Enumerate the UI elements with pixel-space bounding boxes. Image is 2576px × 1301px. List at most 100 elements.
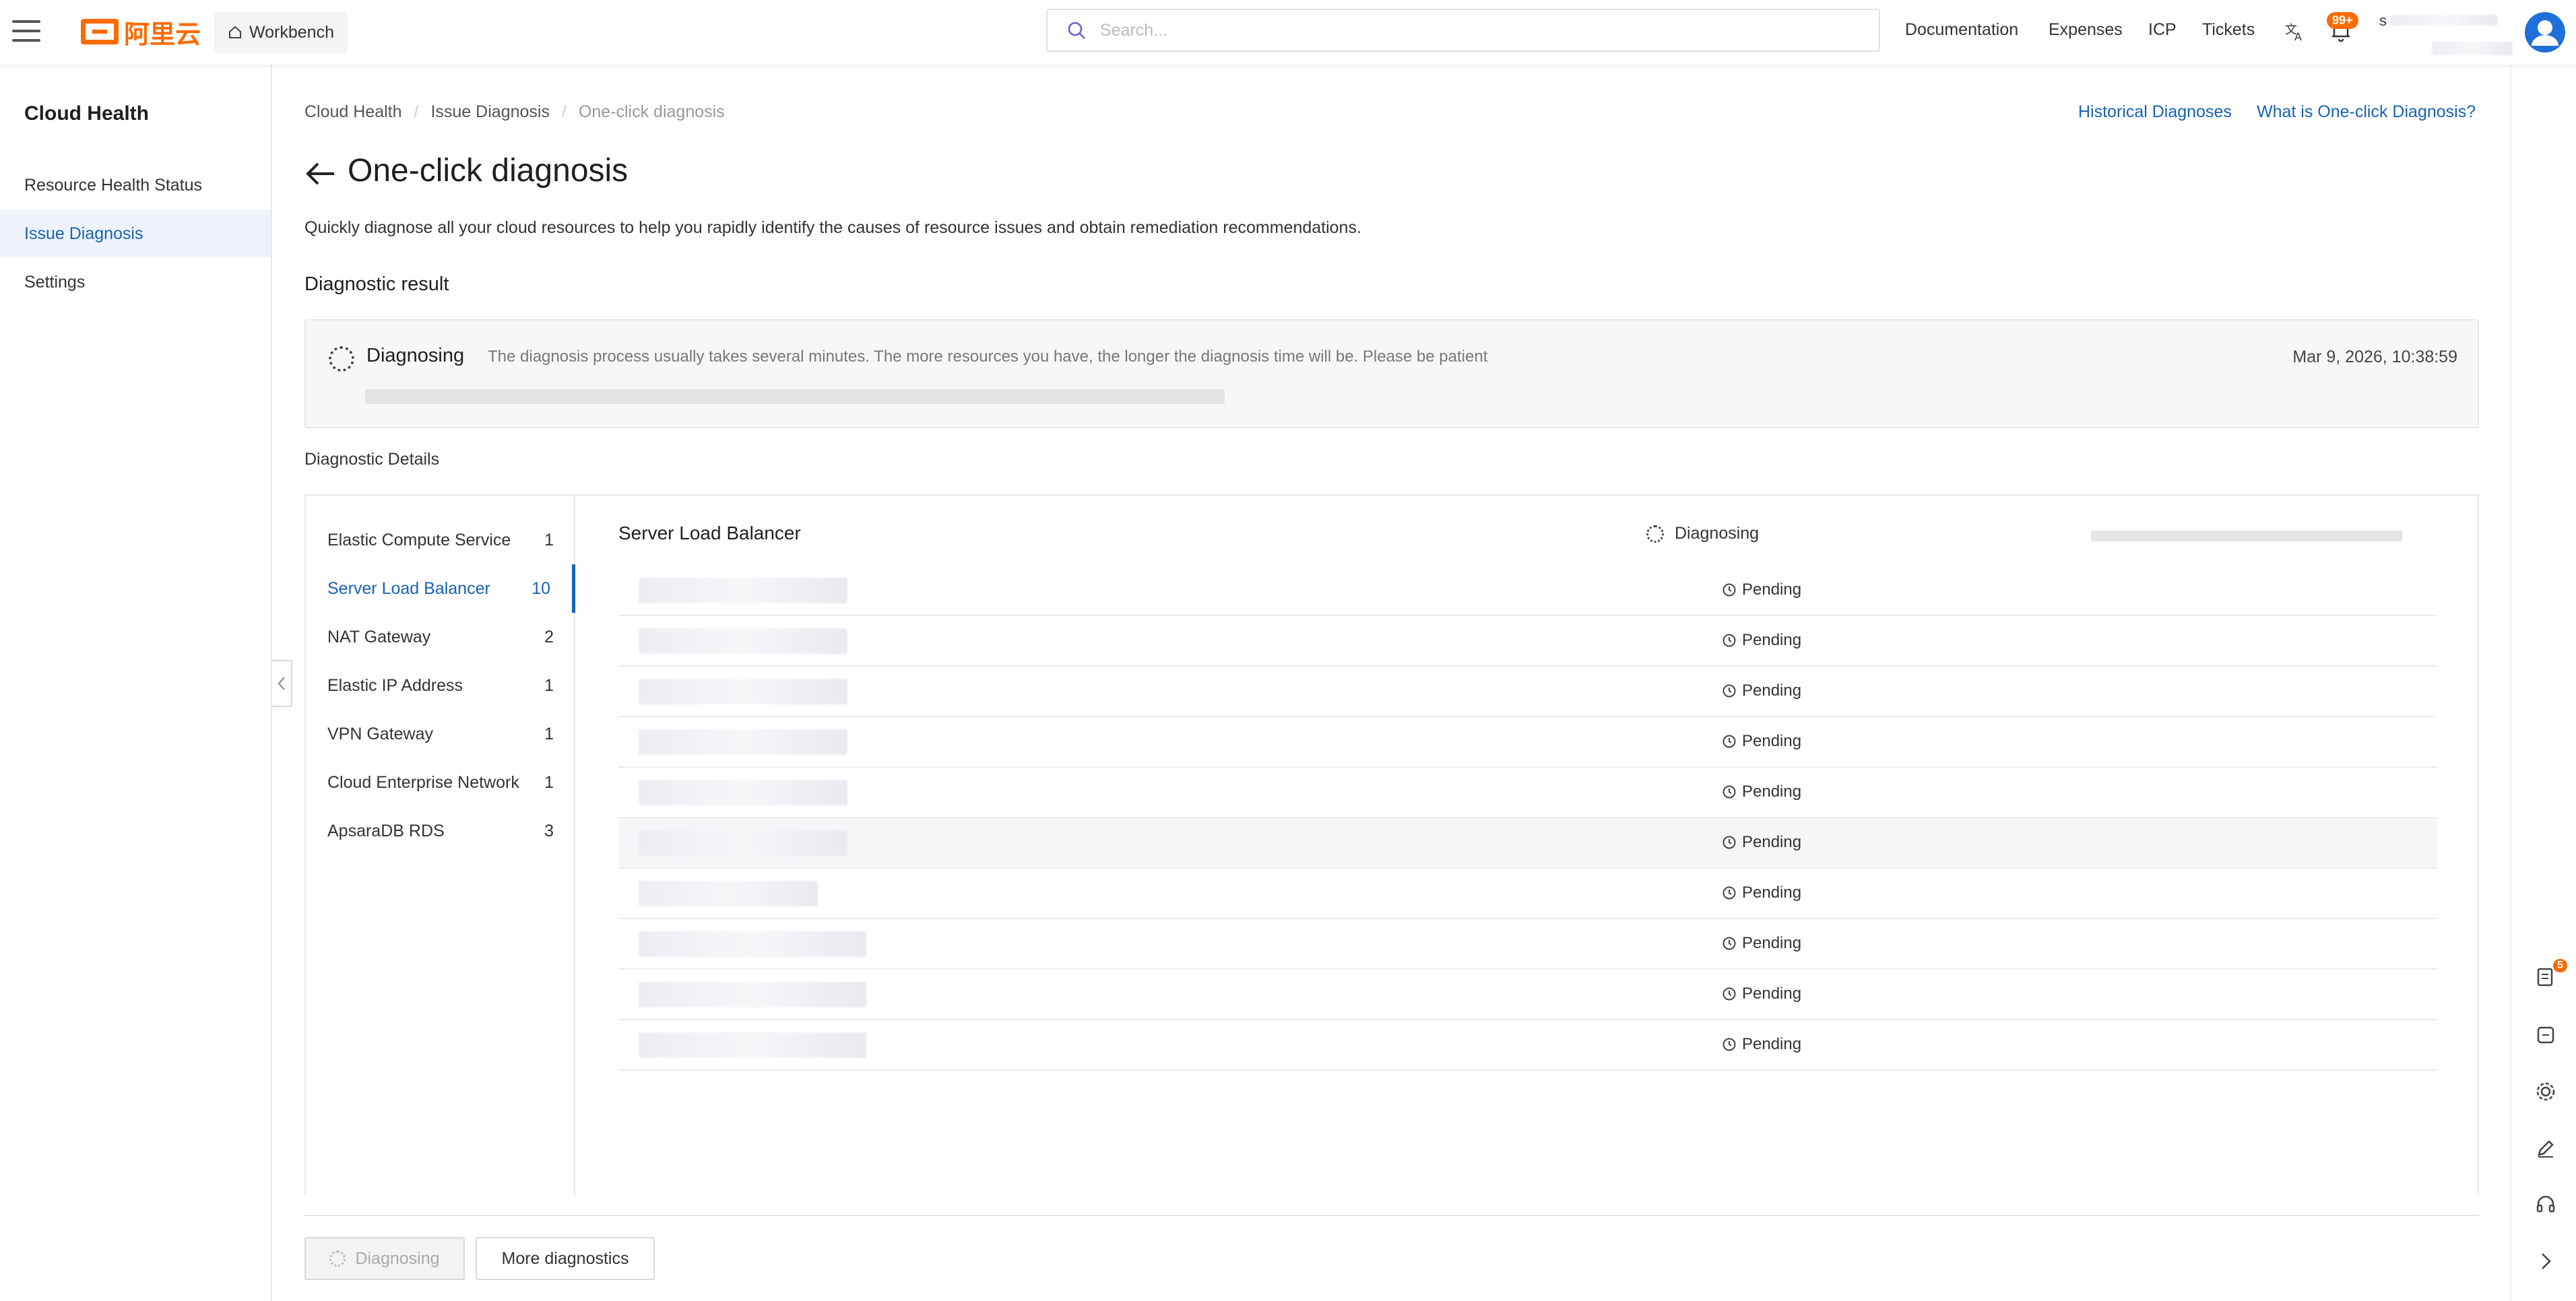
logo-text: 阿里云 [124,20,201,49]
category-name: ApsaraDB RDS [327,821,445,840]
category-item-cen[interactable]: Cloud Enterprise Network 1 [306,758,575,807]
row-status-label: Pending [1742,985,1802,1003]
right-rail [2510,65,2576,1301]
resource-name-redacted [639,1032,866,1058]
result-note: The diagnosis process usually takes seve… [488,347,1488,366]
category-item-nat[interactable]: NAT Gateway 2 [306,613,575,661]
resource-name-redacted [639,982,866,1007]
category-count: 2 [544,627,554,646]
category-count: 3 [544,821,554,840]
notification-badge: 99+ [2327,12,2358,29]
search-icon [1068,22,1085,39]
menu-icon[interactable] [12,19,40,43]
what-is-diagnosis-link[interactable]: What is One-click Diagnosis? [2257,102,2476,122]
category-item-eip[interactable]: Elastic IP Address 1 [306,661,575,710]
search-box[interactable] [1046,9,1880,52]
category-item-rds[interactable]: ApsaraDB RDS 3 [306,807,575,855]
search-input[interactable] [1099,20,1775,41]
row-status-label: Pending [1742,782,1802,801]
category-name: NAT Gateway [327,627,431,646]
console-icon[interactable] [2534,1024,2557,1046]
edit-icon[interactable] [2534,1137,2557,1160]
headset-icon[interactable] [2534,1193,2557,1216]
resource-name-redacted [639,628,847,654]
resource-name-redacted [639,830,847,856]
diagnosing-button-label: Diagnosing [355,1248,440,1268]
sidebar-collapse-button[interactable] [272,660,292,707]
avatar[interactable] [2523,11,2567,54]
row-status: Pending [1722,934,1801,953]
category-name: Elastic Compute Service [327,530,511,549]
row-status-label: Pending [1742,631,1802,649]
chevron-left-icon [278,677,285,690]
button-spinner-icon [329,1250,346,1267]
svg-text:A: A [2294,30,2302,42]
brand-logo[interactable]: 阿里云 [81,16,201,49]
nav-expenses[interactable]: Expenses [2049,20,2123,40]
more-diagnostics-button[interactable]: More diagnostics [476,1237,655,1280]
workbench-button[interactable]: Workbench [214,11,348,53]
resource-name-redacted [639,931,866,957]
sidebar-item-resource-health-status[interactable]: Resource Health Status [0,162,271,209]
sidebar-item-issue-diagnosis[interactable]: Issue Diagnosis [0,210,271,257]
resource-name-redacted [639,578,847,603]
sidebar-item-settings[interactable]: Settings [0,259,271,306]
historical-diagnoses-link[interactable]: Historical Diagnoses [2078,102,2232,122]
clock-icon [1722,634,1736,647]
back-arrow-icon[interactable] [304,158,337,190]
table-row[interactable]: Pending [618,970,2437,1020]
language-icon[interactable]: 文A [2284,19,2307,42]
breadcrumb-issue-diagnosis[interactable]: Issue Diagnosis [430,102,549,122]
table-row[interactable]: Pending [618,818,2437,869]
row-status-label: Pending [1742,681,1802,700]
workbench-label: Workbench [249,22,334,42]
clock-icon [1722,836,1736,849]
nav-icp[interactable]: ICP [2148,20,2177,40]
row-status-label: Pending [1742,883,1802,902]
clock-icon [1722,987,1736,1001]
row-status-label: Pending [1742,833,1802,851]
breadcrumb: Cloud Health / Issue Diagnosis / One-cli… [304,102,725,122]
row-status: Pending [1722,681,1801,700]
category-item-ecs[interactable]: Elastic Compute Service 1 [306,516,575,564]
category-count: 1 [544,530,554,549]
diagnostic-details-heading: Diagnostic Details [304,450,440,469]
row-status: Pending [1722,833,1801,852]
user-initial: s [2379,12,2387,29]
table-row[interactable]: Pending [618,667,2437,717]
loading-spinner-icon [329,346,354,372]
top-bar: 阿里云 Workbench Documentation Expenses ICP… [0,0,2576,65]
nav-documentation[interactable]: Documentation [1905,20,2018,40]
panel-title: Server Load Balancer [618,523,801,543]
clock-icon [1722,684,1736,698]
breadcrumb-cloud-health[interactable]: Cloud Health [304,102,402,122]
table-row[interactable]: Pending [618,919,2437,970]
category-item-slb[interactable]: Server Load Balancer 10 [306,564,575,613]
row-status: Pending [1722,580,1801,599]
category-name: Cloud Enterprise Network [327,772,519,792]
category-count: 10 [532,578,550,598]
row-status-label: Pending [1742,732,1802,750]
table-row[interactable]: Pending [618,616,2437,667]
row-status: Pending [1722,1035,1801,1054]
table-row[interactable]: Pending [618,1020,2437,1071]
footer-divider [304,1215,2479,1216]
resource-name-redacted [639,729,847,755]
clock-icon [1722,735,1736,748]
row-status: Pending [1722,883,1801,902]
category-item-vpn[interactable]: VPN Gateway 1 [306,710,575,758]
table-row[interactable]: Pending [618,717,2437,768]
table-row[interactable]: Pending [618,768,2437,818]
table-row[interactable]: Pending [618,566,2437,616]
chevron-right-icon[interactable] [2534,1250,2557,1273]
diagnostic-result-heading: Diagnostic result [304,273,449,295]
gear-icon[interactable] [2534,1080,2557,1103]
category-name: Server Load Balancer [327,578,490,598]
table-row[interactable]: Pending [618,869,2437,919]
nav-tickets[interactable]: Tickets [2202,20,2255,40]
home-icon [229,26,241,38]
clock-icon [1722,785,1736,799]
row-status: Pending [1722,985,1801,1003]
breadcrumb-separator: / [561,102,567,121]
diagnosing-button[interactable]: Diagnosing [304,1237,465,1280]
